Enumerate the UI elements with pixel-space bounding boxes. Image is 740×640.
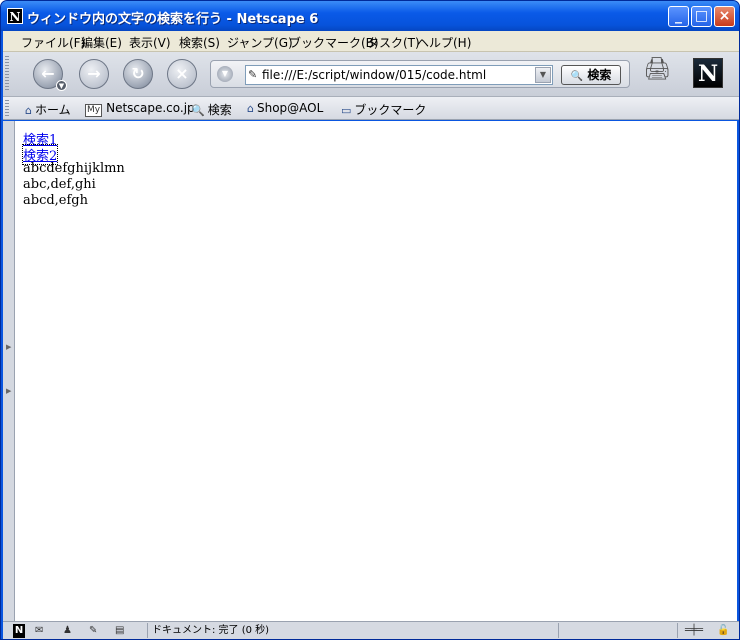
back-icon: ← <box>41 64 55 83</box>
toolbar-grip[interactable] <box>5 56 9 92</box>
url-bar: ▼ ✎ ▼ 🔍 検索 <box>210 60 630 88</box>
url-field[interactable]: ✎ ▼ <box>245 65 553 85</box>
menu-tasks[interactable]: タスク(T) <box>367 34 420 51</box>
personal-toolbar: ⌂ ホーム My Netscape.co.jp 🔍 検索 ⌂ Shop@AOL ▭ ブック… <box>3 97 739 120</box>
print-button[interactable]: 🖨 <box>643 57 683 89</box>
personal-toolbar-grip[interactable] <box>5 100 9 117</box>
bookmarks-label: ブックマーク <box>354 103 427 117</box>
my-netscape-icon: My <box>85 104 103 117</box>
composer-icon[interactable]: ✎ <box>89 624 97 638</box>
menu-file[interactable]: ファイル(F) <box>21 34 85 51</box>
sidebar-arrow-icon: ▶ <box>6 387 12 395</box>
forward-button[interactable]: → <box>79 59 109 89</box>
maximize-button[interactable]: □ <box>691 6 712 27</box>
mail-icon[interactable]: ✉ <box>35 624 43 638</box>
url-dropdown-icon[interactable]: ▼ <box>217 66 233 82</box>
browser-window: N ウィンドウ内の文字の検索を行う - Netscape 6 _ □ × ファイ… <box>0 0 740 640</box>
reload-icon: ↻ <box>131 64 145 83</box>
sidebar-arrow-icon: ▶ <box>6 343 12 351</box>
personal-search-label: 検索 <box>207 103 232 117</box>
close-button[interactable]: × <box>714 6 735 27</box>
search-icon: 🔍 <box>191 104 205 117</box>
title-bar: N ウィンドウ内の文字の検索を行う - Netscape 6 _ □ × <box>1 1 739 31</box>
menu-bar: ファイル(F) 編集(E) 表示(V) 検索(S) ジャンプ(G) ブックマーク… <box>3 31 739 52</box>
page-content: 検索1 検索2 abcdefghijklmn abc,def,ghi abcd,… <box>15 121 737 621</box>
search-icon: 🔍 <box>570 71 584 82</box>
netscape-logo[interactable]: N <box>693 58 723 88</box>
text-line-2: abc,def,ghi <box>23 177 96 192</box>
lock-icon[interactable]: 🔓 <box>717 624 729 638</box>
page-icon: ✎ <box>248 68 258 81</box>
personal-home[interactable]: ⌂ ホーム <box>25 101 71 118</box>
text-line-3: abcd,efgh <box>23 193 89 208</box>
menu-edit[interactable]: 編集(E) <box>81 34 122 51</box>
home-icon: ⌂ <box>25 104 32 117</box>
personal-bookmarks[interactable]: ▭ ブックマーク <box>341 101 426 118</box>
personal-netscape[interactable]: My Netscape.co.jp <box>85 101 195 117</box>
menu-help[interactable]: ヘルプ(H) <box>417 34 471 51</box>
search-button-label: 検索 <box>587 68 612 82</box>
shop-icon: ⌂ <box>247 102 254 115</box>
url-history-dropdown[interactable]: ▼ <box>535 67 551 83</box>
back-history-dropdown[interactable]: ▼ <box>56 80 67 91</box>
status-progress <box>558 623 678 638</box>
address-book-icon[interactable]: ▤ <box>115 624 124 638</box>
window-title: ウィンドウ内の文字の検索を行う - Netscape 6 <box>27 12 319 27</box>
stop-icon: × <box>175 64 189 83</box>
stop-button[interactable]: × <box>167 59 197 89</box>
status-text: ドキュメント: 完了 (0 秒) <box>147 623 557 638</box>
url-input[interactable] <box>262 67 534 83</box>
netscape-label: Netscape.co.jp <box>106 101 195 115</box>
netscape-icon: N <box>7 8 23 24</box>
back-button[interactable]: ← ▼ <box>33 59 67 91</box>
netscape-icon[interactable]: N <box>13 624 25 638</box>
forward-icon: → <box>87 64 101 83</box>
home-label: ホーム <box>34 103 71 117</box>
minimize-button[interactable]: _ <box>668 6 689 27</box>
text-line-1: abcdefghijklmn <box>23 161 125 176</box>
search-button[interactable]: 🔍 検索 <box>561 65 621 85</box>
menu-bookmarks[interactable]: ブックマーク(B) <box>289 34 379 51</box>
status-bar: N ✉ ♟ ✎ ▤ ドキュメント: 完了 (0 秒) ═╪═ 🔓 <box>3 621 739 639</box>
shop-label: Shop@AOL <box>256 101 324 115</box>
folder-icon: ▭ <box>341 104 352 117</box>
menu-go[interactable]: ジャンプ(G) <box>227 34 293 51</box>
menu-view[interactable]: 表示(V) <box>129 34 171 51</box>
menu-search[interactable]: 検索(S) <box>179 34 220 51</box>
aim-icon[interactable]: ♟ <box>63 624 72 638</box>
reload-button[interactable]: ↻ <box>123 59 153 89</box>
print-icon: 🖨 <box>643 57 671 82</box>
sidebar-toggle[interactable]: ▶ ▶ <box>3 121 15 621</box>
personal-search[interactable]: 🔍 検索 <box>191 101 232 118</box>
personal-shop[interactable]: ⌂ Shop@AOL <box>247 101 323 115</box>
navigation-toolbar: ← ▼ → ↻ × ▼ ✎ ▼ 🔍 検索 🖨 N <box>3 52 739 97</box>
connection-icon[interactable]: ═╪═ <box>685 624 703 638</box>
